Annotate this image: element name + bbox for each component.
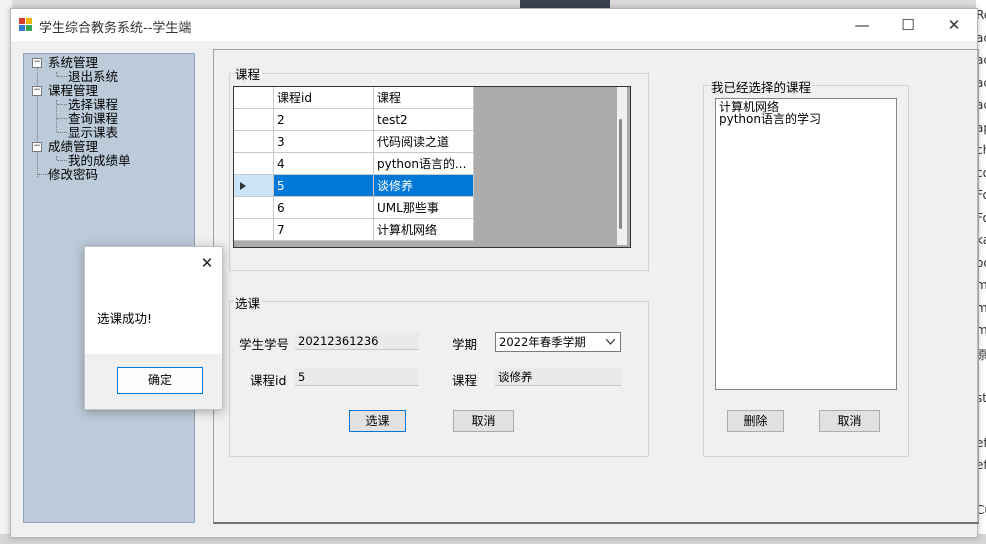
row-header-selected[interactable] — [234, 175, 274, 197]
tree-node-my-grades[interactable]: 我的成绩单 — [68, 154, 131, 168]
term-label: 学期 — [452, 337, 478, 352]
minimize-button[interactable]: — — [839, 9, 885, 41]
chosen-courses-list[interactable]: 计算机网络 python语言的学习 — [715, 98, 897, 390]
app-icon — [19, 18, 32, 31]
tree-node-grade[interactable]: 成绩管理 — [48, 140, 98, 154]
selection-group-label: 选课 — [233, 293, 263, 312]
cell-course-name[interactable]: test2 — [374, 109, 474, 131]
row-header[interactable] — [234, 153, 274, 175]
row-header[interactable] — [234, 131, 274, 153]
term-select[interactable]: 2022年春季学期 — [495, 332, 621, 352]
student-id-label: 学生学号 — [239, 337, 290, 352]
course-id-field[interactable]: 5 — [295, 368, 419, 386]
select-course-button[interactable]: 选课 — [349, 410, 406, 432]
tree-node-select-course[interactable]: 选择课程 — [68, 98, 118, 112]
tree-node-course[interactable]: 课程管理 — [48, 84, 98, 98]
ok-button[interactable]: 确定 — [117, 367, 203, 394]
cell-course-id[interactable]: 6 — [274, 197, 374, 219]
column-header-id[interactable]: 课程id — [274, 87, 374, 109]
course-label: 课程 — [452, 373, 478, 388]
cell-course-id[interactable]: 7 — [274, 219, 374, 241]
delete-course-button[interactable]: 删除 — [727, 410, 784, 432]
current-row-arrow-icon — [240, 182, 246, 190]
chosen-course-item[interactable]: python语言的学习 — [719, 113, 821, 126]
row-header[interactable] — [234, 197, 274, 219]
cell-course-name[interactable]: 计算机网络 — [374, 219, 474, 241]
courses-grid[interactable]: 课程id 课程 2 test2 3 代码阅读之道 4 python语言的... … — [233, 86, 631, 248]
grid-scrollbar-thumb[interactable] — [619, 119, 622, 229]
term-select-value: 2022年春季学期 — [499, 335, 586, 349]
courses-group-label: 课程 — [233, 64, 263, 83]
tree-node-show-schedule[interactable]: 显示课表 — [68, 126, 118, 140]
tree-node-change-password[interactable]: 修改密码 — [48, 168, 98, 182]
cancel-chosen-button[interactable]: 取消 — [819, 410, 880, 432]
title-bar: 学生综合教务系统--学生端 — ☐ ✕ — [11, 9, 977, 41]
chevron-down-icon — [606, 339, 615, 345]
cell-course-id-selected[interactable]: 5 — [274, 175, 374, 197]
course-id-label: 课程id — [250, 373, 287, 388]
cell-course-name-selected[interactable]: 谈修养 — [374, 175, 474, 197]
cell-course-id[interactable]: 2 — [274, 109, 374, 131]
expander-course-icon[interactable]: − — [32, 86, 42, 96]
chosen-courses-label: 我已经选择的课程 — [709, 77, 814, 96]
success-dialog: ✕ 选课成功! 确定 — [84, 246, 223, 410]
grid-corner-header — [234, 87, 274, 109]
cancel-selection-button[interactable]: 取消 — [453, 410, 514, 432]
cell-course-name[interactable]: UML那些事 — [374, 197, 474, 219]
dialog-button-bar: 确定 — [85, 354, 222, 409]
maximize-button[interactable]: ☐ — [885, 9, 931, 41]
window-title: 学生综合教务系统--学生端 — [39, 21, 192, 36]
expander-grade-icon[interactable]: − — [32, 142, 42, 152]
desktop-background-top — [12, 0, 976, 8]
tree-node-system[interactable]: 系统管理 — [48, 56, 98, 70]
row-header[interactable] — [234, 109, 274, 131]
desktop-background-image — [520, 0, 610, 8]
cell-course-name[interactable]: python语言的... — [374, 153, 474, 175]
cell-course-id[interactable]: 4 — [274, 153, 374, 175]
dialog-message: 选课成功! — [97, 311, 153, 326]
course-name-field[interactable]: 谈修养 — [495, 368, 621, 386]
student-id-field[interactable]: 20212361236 — [295, 332, 419, 350]
expander-system-icon[interactable]: − — [32, 58, 42, 68]
tree-node-query-course[interactable]: 查询课程 — [68, 112, 118, 126]
cell-course-id[interactable]: 3 — [274, 131, 374, 153]
dialog-close-button[interactable]: ✕ — [197, 253, 217, 273]
close-button[interactable]: ✕ — [931, 9, 977, 41]
tree-node-exit[interactable]: 退出系统 — [68, 70, 118, 84]
column-header-course[interactable]: 课程 — [374, 87, 474, 109]
cell-course-name[interactable]: 代码阅读之道 — [374, 131, 474, 153]
row-header[interactable] — [234, 219, 274, 241]
